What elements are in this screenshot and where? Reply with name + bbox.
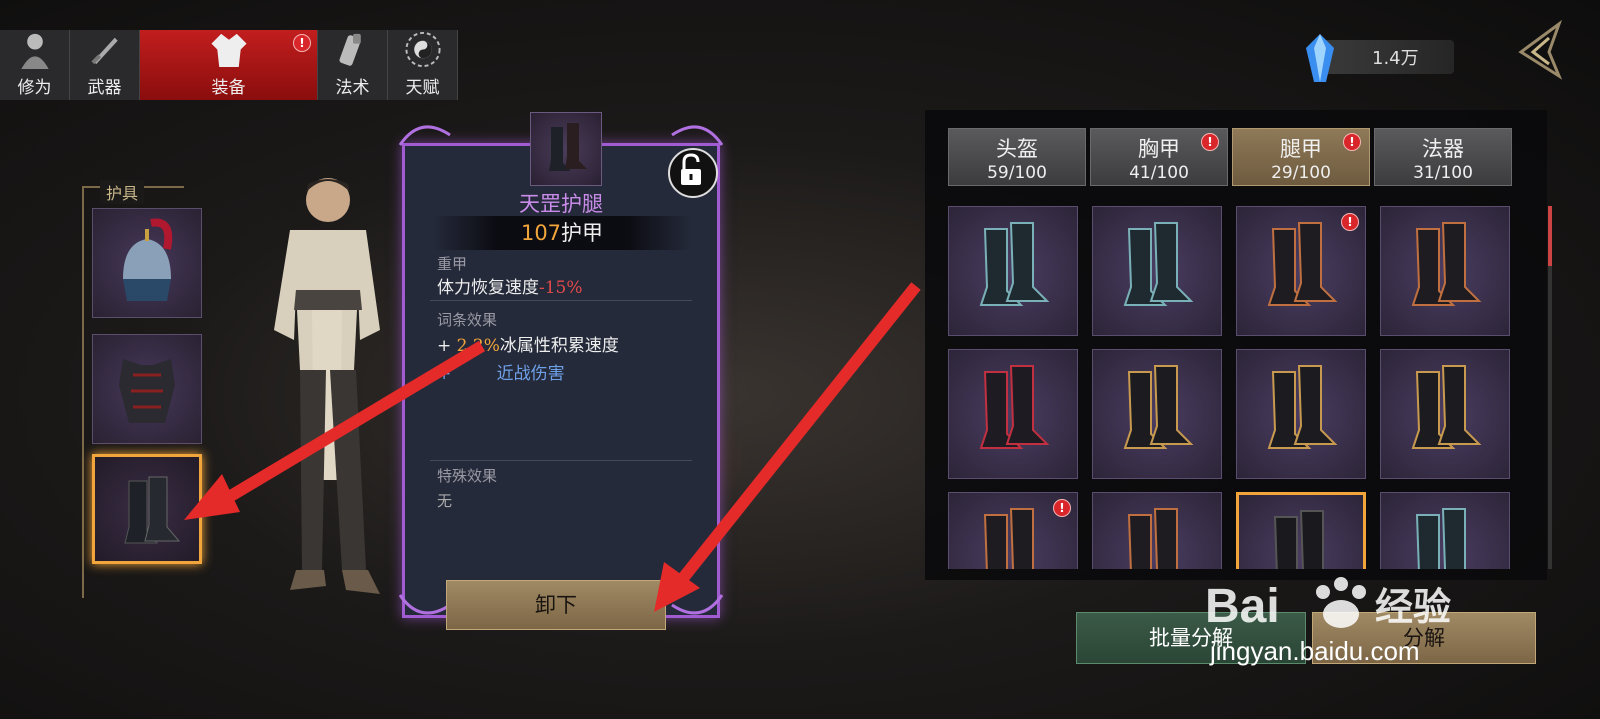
tab-chest[interactable]: 胸甲 41/100 ! <box>1090 128 1228 186</box>
figure-icon <box>20 33 49 69</box>
penalty-stat: 体力恢复速度-15% <box>437 273 583 298</box>
gear-slot-chest[interactable] <box>92 334 202 444</box>
boots-icon <box>124 476 181 544</box>
category-count: 29/100 <box>1271 163 1331 183</box>
armor-label: 护甲 <box>561 221 604 245</box>
tab-label: 装备 <box>211 78 246 98</box>
tab-label: 天赋 <box>405 78 440 98</box>
unlock-icon <box>681 153 701 185</box>
category-name: 法器 <box>1422 137 1464 161</box>
armor-stat: 107护甲 <box>432 216 692 250</box>
affix-plus: + <box>437 364 457 384</box>
crystal-icon <box>1306 34 1334 82</box>
inventory-item[interactable]: ! <box>948 492 1078 569</box>
penalty-label: 体力恢复速度 <box>437 278 539 298</box>
affix-label: 词条效果 <box>437 311 498 329</box>
boots-icon <box>979 222 1050 306</box>
scroll-icon <box>338 33 361 66</box>
inventory-item[interactable] <box>1092 206 1222 336</box>
category-count: 59/100 <box>987 163 1047 183</box>
item-thumbnail <box>530 112 602 186</box>
gear-slot-helmet[interactable] <box>92 208 202 318</box>
chest-armor-icon <box>119 359 175 423</box>
armor-type-label: 重甲 <box>437 255 468 273</box>
inventory-item[interactable] <box>1236 349 1366 479</box>
boots-icon <box>1123 365 1194 449</box>
boots-icon <box>1273 510 1324 569</box>
gear-panel-title: 护具 <box>100 180 145 204</box>
category-count: 31/100 <box>1413 163 1473 183</box>
tab-label: 武器 <box>87 78 122 98</box>
category-tabs: 头盔 59/100 胸甲 41/100 ! 腿甲 29/100 ! 法器 31/… <box>948 128 1512 186</box>
alert-badge: ! <box>1053 499 1071 517</box>
unequip-button[interactable]: 卸下 <box>446 580 666 630</box>
inventory-item[interactable] <box>1380 206 1510 336</box>
gear-slot-boots[interactable] <box>92 454 202 564</box>
tab-label: 法术 <box>335 78 370 98</box>
tab-label: 修为 <box>17 78 52 98</box>
taiji-icon <box>404 31 441 68</box>
helmet-icon <box>123 218 173 301</box>
back-icon[interactable] <box>1515 20 1565 80</box>
alert-badge: ! <box>1341 213 1359 231</box>
affix-value: 2.2% <box>456 336 500 356</box>
boots-icon <box>1267 365 1338 449</box>
armor-value: 107 <box>520 221 562 245</box>
tab-spell[interactable]: 法术 <box>318 30 388 100</box>
divider <box>430 300 692 301</box>
character-model <box>274 178 380 594</box>
item-grid: !! <box>948 206 1523 569</box>
special-effect-label: 特殊效果 <box>437 467 498 485</box>
inventory-item[interactable] <box>948 349 1078 479</box>
watermark-suffix: 经验 <box>1375 585 1451 629</box>
watermark-brand: Bai <box>1205 580 1280 633</box>
tab-talent[interactable]: 天赋 <box>388 30 458 100</box>
inventory-item[interactable] <box>1380 349 1510 479</box>
tab-helmet[interactable]: 头盔 59/100 <box>948 128 1086 186</box>
boots-icon <box>1127 508 1178 569</box>
divider <box>430 460 692 461</box>
boots-icon <box>1411 222 1482 306</box>
scrollbar[interactable] <box>1548 206 1552 569</box>
boots-icon <box>979 365 1050 449</box>
boots-icon <box>1123 222 1194 306</box>
penalty-value: -15% <box>539 278 583 298</box>
inventory-item[interactable] <box>948 206 1078 336</box>
alert-badge: ! <box>293 34 311 52</box>
affix-text: 冰属性积累速度 <box>499 336 619 356</box>
category-count: 41/100 <box>1129 163 1189 183</box>
currency-display: 1.4万 <box>1306 34 1454 82</box>
inventory-item[interactable]: ! <box>1236 206 1366 336</box>
currency-amount: 1.4万 <box>1372 48 1419 69</box>
boots-icon <box>1415 508 1466 569</box>
tab-equipment[interactable]: 装备 ! <box>140 30 318 100</box>
inventory-item[interactable] <box>1380 492 1510 569</box>
category-name: 头盔 <box>996 137 1038 161</box>
boots-icon <box>549 123 587 171</box>
top-tab-bar: 修为 武器 装备 ! 法术 天赋 <box>0 30 458 100</box>
tab-leg-armor[interactable]: 腿甲 29/100 ! <box>1232 128 1370 186</box>
special-effect-value: 无 <box>437 492 453 510</box>
inventory-item[interactable] <box>1092 492 1222 569</box>
robe-icon <box>210 33 247 68</box>
affix-plus: + <box>437 336 457 356</box>
sword-icon <box>90 37 118 65</box>
alert-badge: ! <box>1201 133 1219 151</box>
boots-icon <box>1411 365 1482 449</box>
watermark-url: jingyan.baidu.com <box>1210 636 1420 666</box>
scrollbar-thumb[interactable] <box>1548 206 1552 266</box>
affix-text: 近战伤害 <box>496 364 565 384</box>
tab-weapon[interactable]: 武器 <box>70 30 140 100</box>
inventory-item[interactable] <box>1092 349 1222 479</box>
item-name: 天罡护腿 <box>519 192 603 216</box>
inventory-item[interactable] <box>1236 492 1366 569</box>
tab-artifact[interactable]: 法器 31/100 <box>1374 128 1512 186</box>
affix-line-1: + 2.2%冰属性积累速度 <box>437 331 619 356</box>
tab-cultivation[interactable]: 修为 <box>0 30 70 100</box>
alert-badge: ! <box>1343 133 1361 151</box>
affix-line-2: + 近战伤害 <box>437 359 565 384</box>
